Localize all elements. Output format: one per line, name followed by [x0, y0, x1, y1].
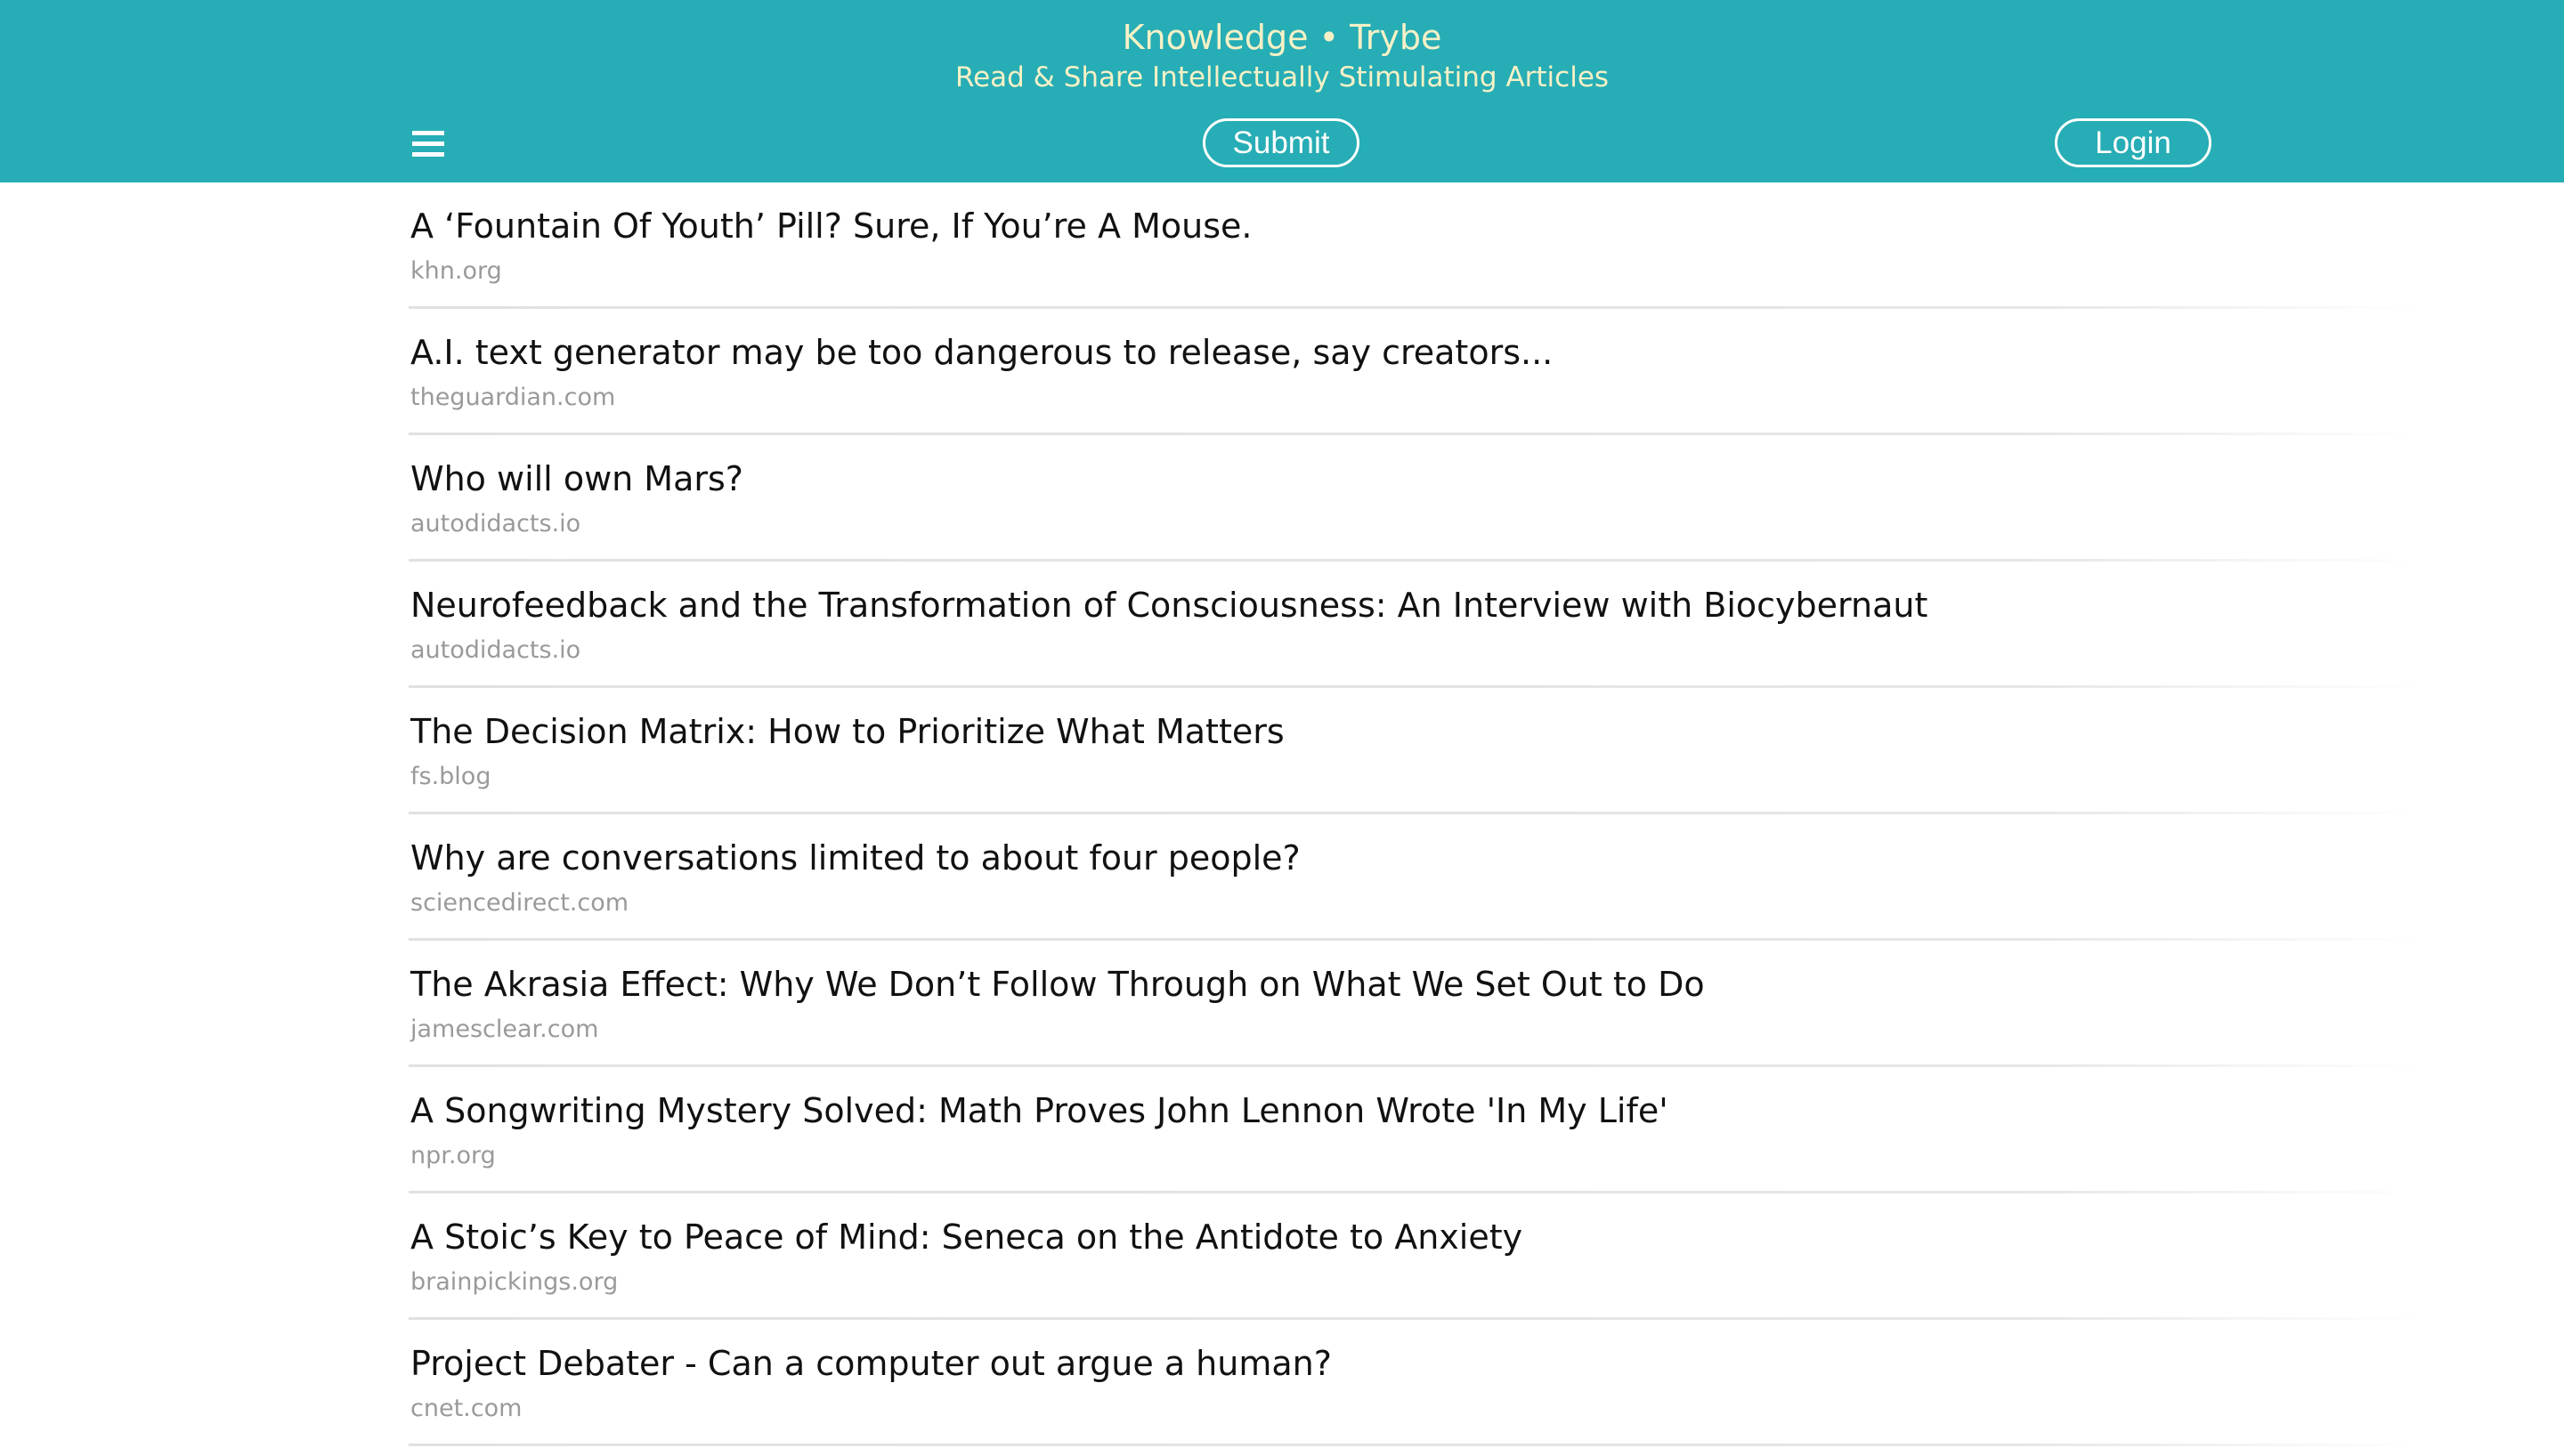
article-item: Neurofeedback and the Transformation of …: [409, 562, 2421, 688]
article-item: A Songwriting Mystery Solved: Math Prove…: [409, 1067, 2421, 1193]
article-title-link[interactable]: A.I. text generator may be too dangerous…: [410, 330, 1553, 375]
article-title-link[interactable]: A Stoic’s Key to Peace of Mind: Seneca o…: [410, 1215, 1522, 1259]
article-title-link[interactable]: A ‘Fountain Of Youth’ Pill? Sure, If You…: [410, 204, 1252, 248]
menu-button[interactable]: [409, 127, 450, 161]
article-title-link[interactable]: Who will own Mars?: [410, 457, 743, 501]
article-item: A Stoic’s Key to Peace of Mind: Seneca o…: [409, 1193, 2421, 1320]
site-header: Knowledge • Trybe Read & Share Intellect…: [0, 0, 2564, 182]
article-source-domain: jamesclear.com: [410, 1015, 599, 1043]
article-title-link[interactable]: The Akrasia Effect: Why We Don’t Follow …: [410, 962, 1705, 1007]
article-item: The Decision Matrix: How to Prioritize W…: [409, 688, 2421, 814]
article-source-domain: npr.org: [410, 1142, 496, 1169]
article-source-domain: fs.blog: [410, 763, 491, 790]
hamburger-menu-icon: [412, 131, 444, 157]
article-title-link[interactable]: A Songwriting Mystery Solved: Math Prove…: [410, 1088, 1668, 1133]
login-button[interactable]: Login: [2055, 118, 2211, 167]
article-item: Who will own Mars? autodidacts.io: [409, 435, 2421, 562]
article-title-link[interactable]: Why are conversations limited to about f…: [410, 836, 1301, 880]
article-source-domain: autodidacts.io: [410, 636, 581, 664]
submit-button[interactable]: Submit: [1203, 118, 1359, 167]
article-list: A ‘Fountain Of Youth’ Pill? Sure, If You…: [409, 182, 2421, 1446]
article-source-domain: theguardian.com: [410, 384, 616, 411]
article-source-domain: khn.org: [410, 257, 502, 285]
article-item: A.I. text generator may be too dangerous…: [409, 309, 2421, 435]
article-source-domain: sciencedirect.com: [410, 889, 629, 917]
article-title-link[interactable]: Project Debater - Can a computer out arg…: [410, 1341, 1332, 1386]
article-item: Project Debater - Can a computer out arg…: [409, 1320, 2421, 1446]
article-title-link[interactable]: The Decision Matrix: How to Prioritize W…: [410, 709, 1285, 754]
site-subtitle: Read & Share Intellectually Stimulating …: [954, 61, 1610, 93]
site-title[interactable]: Knowledge • Trybe: [0, 12, 2564, 62]
article-source-domain: autodidacts.io: [410, 510, 581, 538]
article-item: A ‘Fountain Of Youth’ Pill? Sure, If You…: [409, 182, 2421, 309]
article-title-link[interactable]: Neurofeedback and the Transformation of …: [410, 583, 1927, 627]
article-source-domain: brainpickings.org: [410, 1268, 619, 1296]
article-item: The Akrasia Effect: Why We Don’t Follow …: [409, 941, 2421, 1067]
article-source-domain: cnet.com: [410, 1395, 523, 1422]
article-item: Why are conversations limited to about f…: [409, 814, 2421, 941]
